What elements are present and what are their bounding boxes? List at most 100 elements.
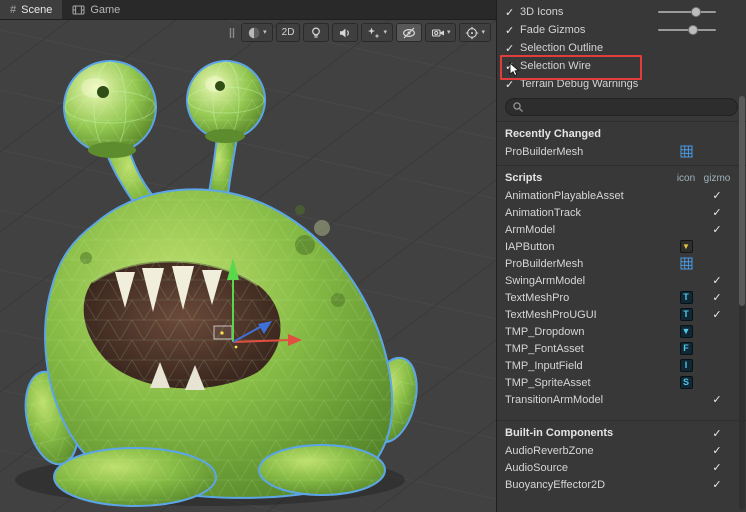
list-item-tmp-dropdown[interactable]: TMP_Dropdown ▼ <box>497 323 746 340</box>
search-input[interactable] <box>505 98 738 116</box>
scene-viewport[interactable]: # Scene Game ▾ 2D ▾ ▾ ▾ <box>0 0 496 512</box>
toggle-label: Selection Wire <box>520 60 591 72</box>
tab-game[interactable]: Game <box>62 0 130 19</box>
item-gizmo-checkbox[interactable]: ✓ <box>700 223 734 236</box>
tab-label: Game <box>90 3 121 16</box>
section-gizmo-checkbox[interactable]: ✓ <box>700 427 734 440</box>
list-item-iapbutton[interactable]: IAPButton ▼ <box>497 238 746 255</box>
tab-scene[interactable]: # Scene <box>0 0 63 19</box>
item-name: TMP_Dropdown <box>505 325 585 338</box>
item-name: AudioSource <box>505 461 568 474</box>
list-item-probuildermesh[interactable]: ProBuilderMesh <box>497 255 746 272</box>
panel-scrollbar[interactable] <box>739 96 745 510</box>
gizmo-toggle-selection-wire[interactable]: ✓ Selection Wire <box>497 55 746 80</box>
slider-knob[interactable] <box>691 7 702 17</box>
list-item-audioreverbzone[interactable]: AudioReverbZone ✓ <box>497 442 746 459</box>
grid-mini-icon <box>680 145 693 158</box>
monster-model[interactable] <box>15 60 424 507</box>
toggle-label: Terrain Debug Warnings <box>520 78 639 90</box>
item-name: TMP_FontAsset <box>505 342 584 355</box>
toolbar-button-shading-mode[interactable]: ▾ <box>241 23 273 42</box>
checkbox-3d-icons[interactable]: ✓ <box>505 6 520 19</box>
item-icon-cell <box>672 145 700 158</box>
list-item-tmp-fontasset[interactable]: TMP_FontAsset F <box>497 340 746 357</box>
item-gizmo-checkbox[interactable]: ✓ <box>700 393 734 406</box>
toolbar-button-audio-toggle[interactable] <box>332 23 359 42</box>
item-gizmo-checkbox[interactable]: ✓ <box>700 478 734 491</box>
item-name: TextMeshProUGUI <box>505 308 597 321</box>
view-tabbar: # Scene Game <box>0 0 496 20</box>
effects-icon <box>367 26 381 40</box>
item-gizmo-checkbox[interactable]: ✓ <box>700 189 734 202</box>
slider-knob[interactable] <box>687 25 698 35</box>
gizmo-icon <box>465 26 479 40</box>
item-gizmo-checkbox[interactable]: ✓ <box>700 461 734 474</box>
toolbar-button-2d-toggle[interactable]: 2D <box>275 23 301 42</box>
monster-left-eyestalk <box>63 60 157 158</box>
toolbar-button-camera-toggle[interactable]: ▾ <box>424 23 457 42</box>
item-gizmo-checkbox[interactable]: ✓ <box>700 308 734 321</box>
gizmo-toggle-3d-icons[interactable]: ✓ 3D Icons <box>497 3 746 21</box>
tab-label: Scene <box>21 3 53 16</box>
section-title: Built-in Components <box>505 427 614 439</box>
gizmo-toggle-selection-outline[interactable]: ✓ Selection Outline <box>497 39 746 57</box>
tmp-letter-icon: ▼ <box>679 325 693 338</box>
tmp-letter-icon: S <box>679 376 693 389</box>
list-item-armmodel[interactable]: ArmModel ✓ <box>497 221 746 238</box>
section-header-recently-changed: Recently Changed <box>497 125 746 143</box>
item-gizmo-checkbox[interactable]: ✓ <box>700 274 734 287</box>
sphere-icon <box>247 26 261 40</box>
toolbar-button-gizmos-dropdown[interactable]: ▾ <box>459 23 491 42</box>
camera-icon <box>431 26 445 40</box>
checkbox-fade-gizmos[interactable]: ✓ <box>505 24 520 37</box>
toolbar-button-lighting-toggle[interactable] <box>303 23 330 42</box>
item-icon-cell: T <box>672 308 700 321</box>
item-name: ArmModel <box>505 223 556 236</box>
gizmo-toggle-terrain-debug-warnings[interactable]: ✓ Terrain Debug Warnings <box>497 75 746 93</box>
scene-render <box>0 0 496 512</box>
chevron-down-icon: ▾ <box>383 29 387 36</box>
item-icon-cell: ▼ <box>672 240 700 253</box>
column-headers: icon gizmo <box>672 173 734 184</box>
item-name: IAPButton <box>505 240 555 253</box>
gizmo-toggle-fade-gizmos[interactable]: ✓ Fade Gizmos <box>497 21 746 39</box>
toggle-label: 3D Icons <box>520 6 564 18</box>
list-item-animationplayableasset[interactable]: AnimationPlayableAsset ✓ <box>497 187 746 204</box>
item-gizmo-checkbox[interactable]: ✓ <box>700 206 734 219</box>
grid-mini-icon <box>680 257 693 270</box>
toolbar-drag-handle[interactable] <box>228 26 236 40</box>
item-gizmo-checkbox[interactable]: ✓ <box>700 291 734 304</box>
slider-3d-icons[interactable] <box>658 7 716 17</box>
chevron-down-icon: ▾ <box>481 29 485 36</box>
item-gizmo-checkbox[interactable]: ✓ <box>700 444 734 457</box>
item-name: ProBuilderMesh <box>505 145 584 158</box>
item-name: TextMeshPro <box>505 291 570 304</box>
checkbox-terrain-debug-warnings[interactable]: ✓ <box>505 78 520 91</box>
list-item-animationtrack[interactable]: AnimationTrack ✓ <box>497 204 746 221</box>
list-item-transitionarmmodel[interactable]: TransitionArmModel ✓ <box>497 391 746 408</box>
list-item-probuildermesh[interactable]: ProBuilderMesh <box>497 143 746 160</box>
search-icon <box>512 101 524 113</box>
speaker-icon <box>338 26 352 40</box>
toolbar-button-effects-toggle[interactable]: ▾ <box>361 23 393 42</box>
panel-scrollbar-thumb[interactable] <box>739 96 745 306</box>
toolbar-button-hidden-objects-toggle[interactable] <box>395 23 422 42</box>
slider-fade-gizmos[interactable] <box>658 25 716 35</box>
section-title: Recently Changed <box>505 128 601 140</box>
list-item-textmeshpro[interactable]: TextMeshPro T ✓ <box>497 289 746 306</box>
list-item-swingarmmodel[interactable]: SwingArmModel ✓ <box>497 272 746 289</box>
list-item-tmp-inputfield[interactable]: TMP_InputField I <box>497 357 746 374</box>
column-header-icon: icon <box>676 172 696 184</box>
scene-view-toolbar: ▾ 2D ▾ ▾ ▾ <box>228 23 491 42</box>
list-item-buoyancyeffector2d[interactable]: BuoyancyEffector2D ✓ <box>497 476 746 493</box>
eye-slash-icon <box>402 26 416 40</box>
list-item-textmeshprougui[interactable]: TextMeshProUGUI T ✓ <box>497 306 746 323</box>
list-item-audiosource[interactable]: AudioSource ✓ <box>497 459 746 476</box>
search-field <box>505 98 738 116</box>
list-item-tmp-spriteasset[interactable]: TMP_SpriteAsset S <box>497 374 746 391</box>
checkbox-selection-wire[interactable]: ✓ <box>505 60 520 73</box>
film-icon <box>72 4 85 16</box>
section-separator <box>497 121 746 122</box>
bulb-icon <box>309 26 323 40</box>
checkbox-selection-outline[interactable]: ✓ <box>505 42 520 55</box>
